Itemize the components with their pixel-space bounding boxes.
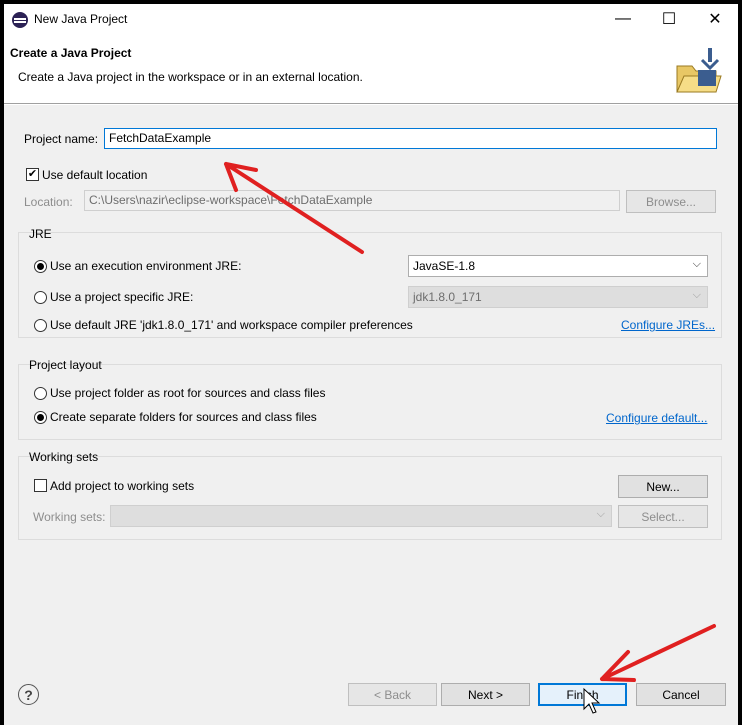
project-folder-root-radio[interactable] [34,387,47,400]
dialog-window: New Java Project — ☐ ✕ Create a Java Pro… [0,0,742,725]
new-working-set-button[interactable]: New... [618,475,708,498]
project-specific-jre-label: Use a project specific JRE: [50,290,194,304]
execution-environment-radio[interactable] [34,260,47,273]
project-name-label: Project name: [24,132,99,146]
use-default-location-label: Use default location [42,168,148,182]
chevron-down-icon: ⌵ [692,258,701,270]
maximize-icon: ☐ [661,11,677,28]
wizard-content: Project name: FetchDataExample ✔ Use def… [4,105,738,665]
project-name-input[interactable]: FetchDataExample [104,128,717,149]
working-sets-select[interactable]: ⌵ [110,505,612,527]
close-icon: ✕ [708,11,722,28]
java-project-folder-icon [676,48,722,93]
separate-folders-label: Create separate folders for sources and … [50,410,317,424]
execution-environment-label: Use an execution environment JRE: [50,259,242,273]
eclipse-icon [12,12,28,28]
project-layout-group [18,364,722,440]
project-folder-root-label: Use project folder as root for sources a… [50,386,326,400]
project-specific-jre-radio[interactable] [34,291,47,304]
location-input[interactable]: C:\Users\nazir\eclipse-workspace\FetchDa… [84,190,620,211]
window-title: New Java Project [34,12,128,26]
jre-group-title: JRE [29,227,52,241]
cancel-button[interactable]: Cancel [636,683,726,706]
execution-environment-select[interactable]: JavaSE-1.8 ⌵ [408,255,708,277]
title-bar: New Java Project — ☐ ✕ [4,4,738,36]
chevron-down-icon: ⌵ [692,289,701,301]
add-to-working-sets-checkbox[interactable] [34,479,47,492]
chevron-down-icon: ⌵ [596,508,605,520]
default-jre-label: Use default JRE 'jdk1.8.0_171' and works… [50,318,413,332]
browse-button[interactable]: Browse... [626,190,716,213]
maximize-button[interactable]: ☐ [646,4,692,34]
help-icon[interactable]: ? [18,684,39,705]
wizard-header: Create a Java Project Create a Java proj… [4,36,738,104]
select-working-set-button[interactable]: Select... [618,505,708,528]
wizard-description: Create a Java project in the workspace o… [18,70,363,84]
add-to-working-sets-label: Add project to working sets [50,479,195,493]
configure-default-link[interactable]: Configure default... [606,411,707,425]
back-button[interactable]: < Back [348,683,437,706]
project-specific-jre-select[interactable]: jdk1.8.0_171 ⌵ [408,286,708,308]
use-default-location-checkbox[interactable]: ✔ [26,168,39,181]
wizard-title: Create a Java Project [10,46,132,60]
separate-folders-radio[interactable] [34,411,47,424]
working-sets-group-title: Working sets [29,450,99,464]
minimize-icon: — [615,10,631,27]
default-jre-radio[interactable] [34,319,47,332]
close-button[interactable]: ✕ [692,4,738,34]
working-sets-label: Working sets: [33,510,106,524]
configure-jres-link[interactable]: Configure JREs... [621,318,715,332]
minimize-button[interactable]: — [600,4,646,34]
execution-environment-value: JavaSE-1.8 [413,259,476,273]
project-specific-jre-value: jdk1.8.0_171 [413,290,482,304]
next-button[interactable]: Next > [441,683,530,706]
location-label: Location: [24,195,73,209]
finish-button[interactable]: Finish [538,683,627,706]
working-sets-group [18,456,722,540]
project-layout-group-title: Project layout [29,358,102,372]
